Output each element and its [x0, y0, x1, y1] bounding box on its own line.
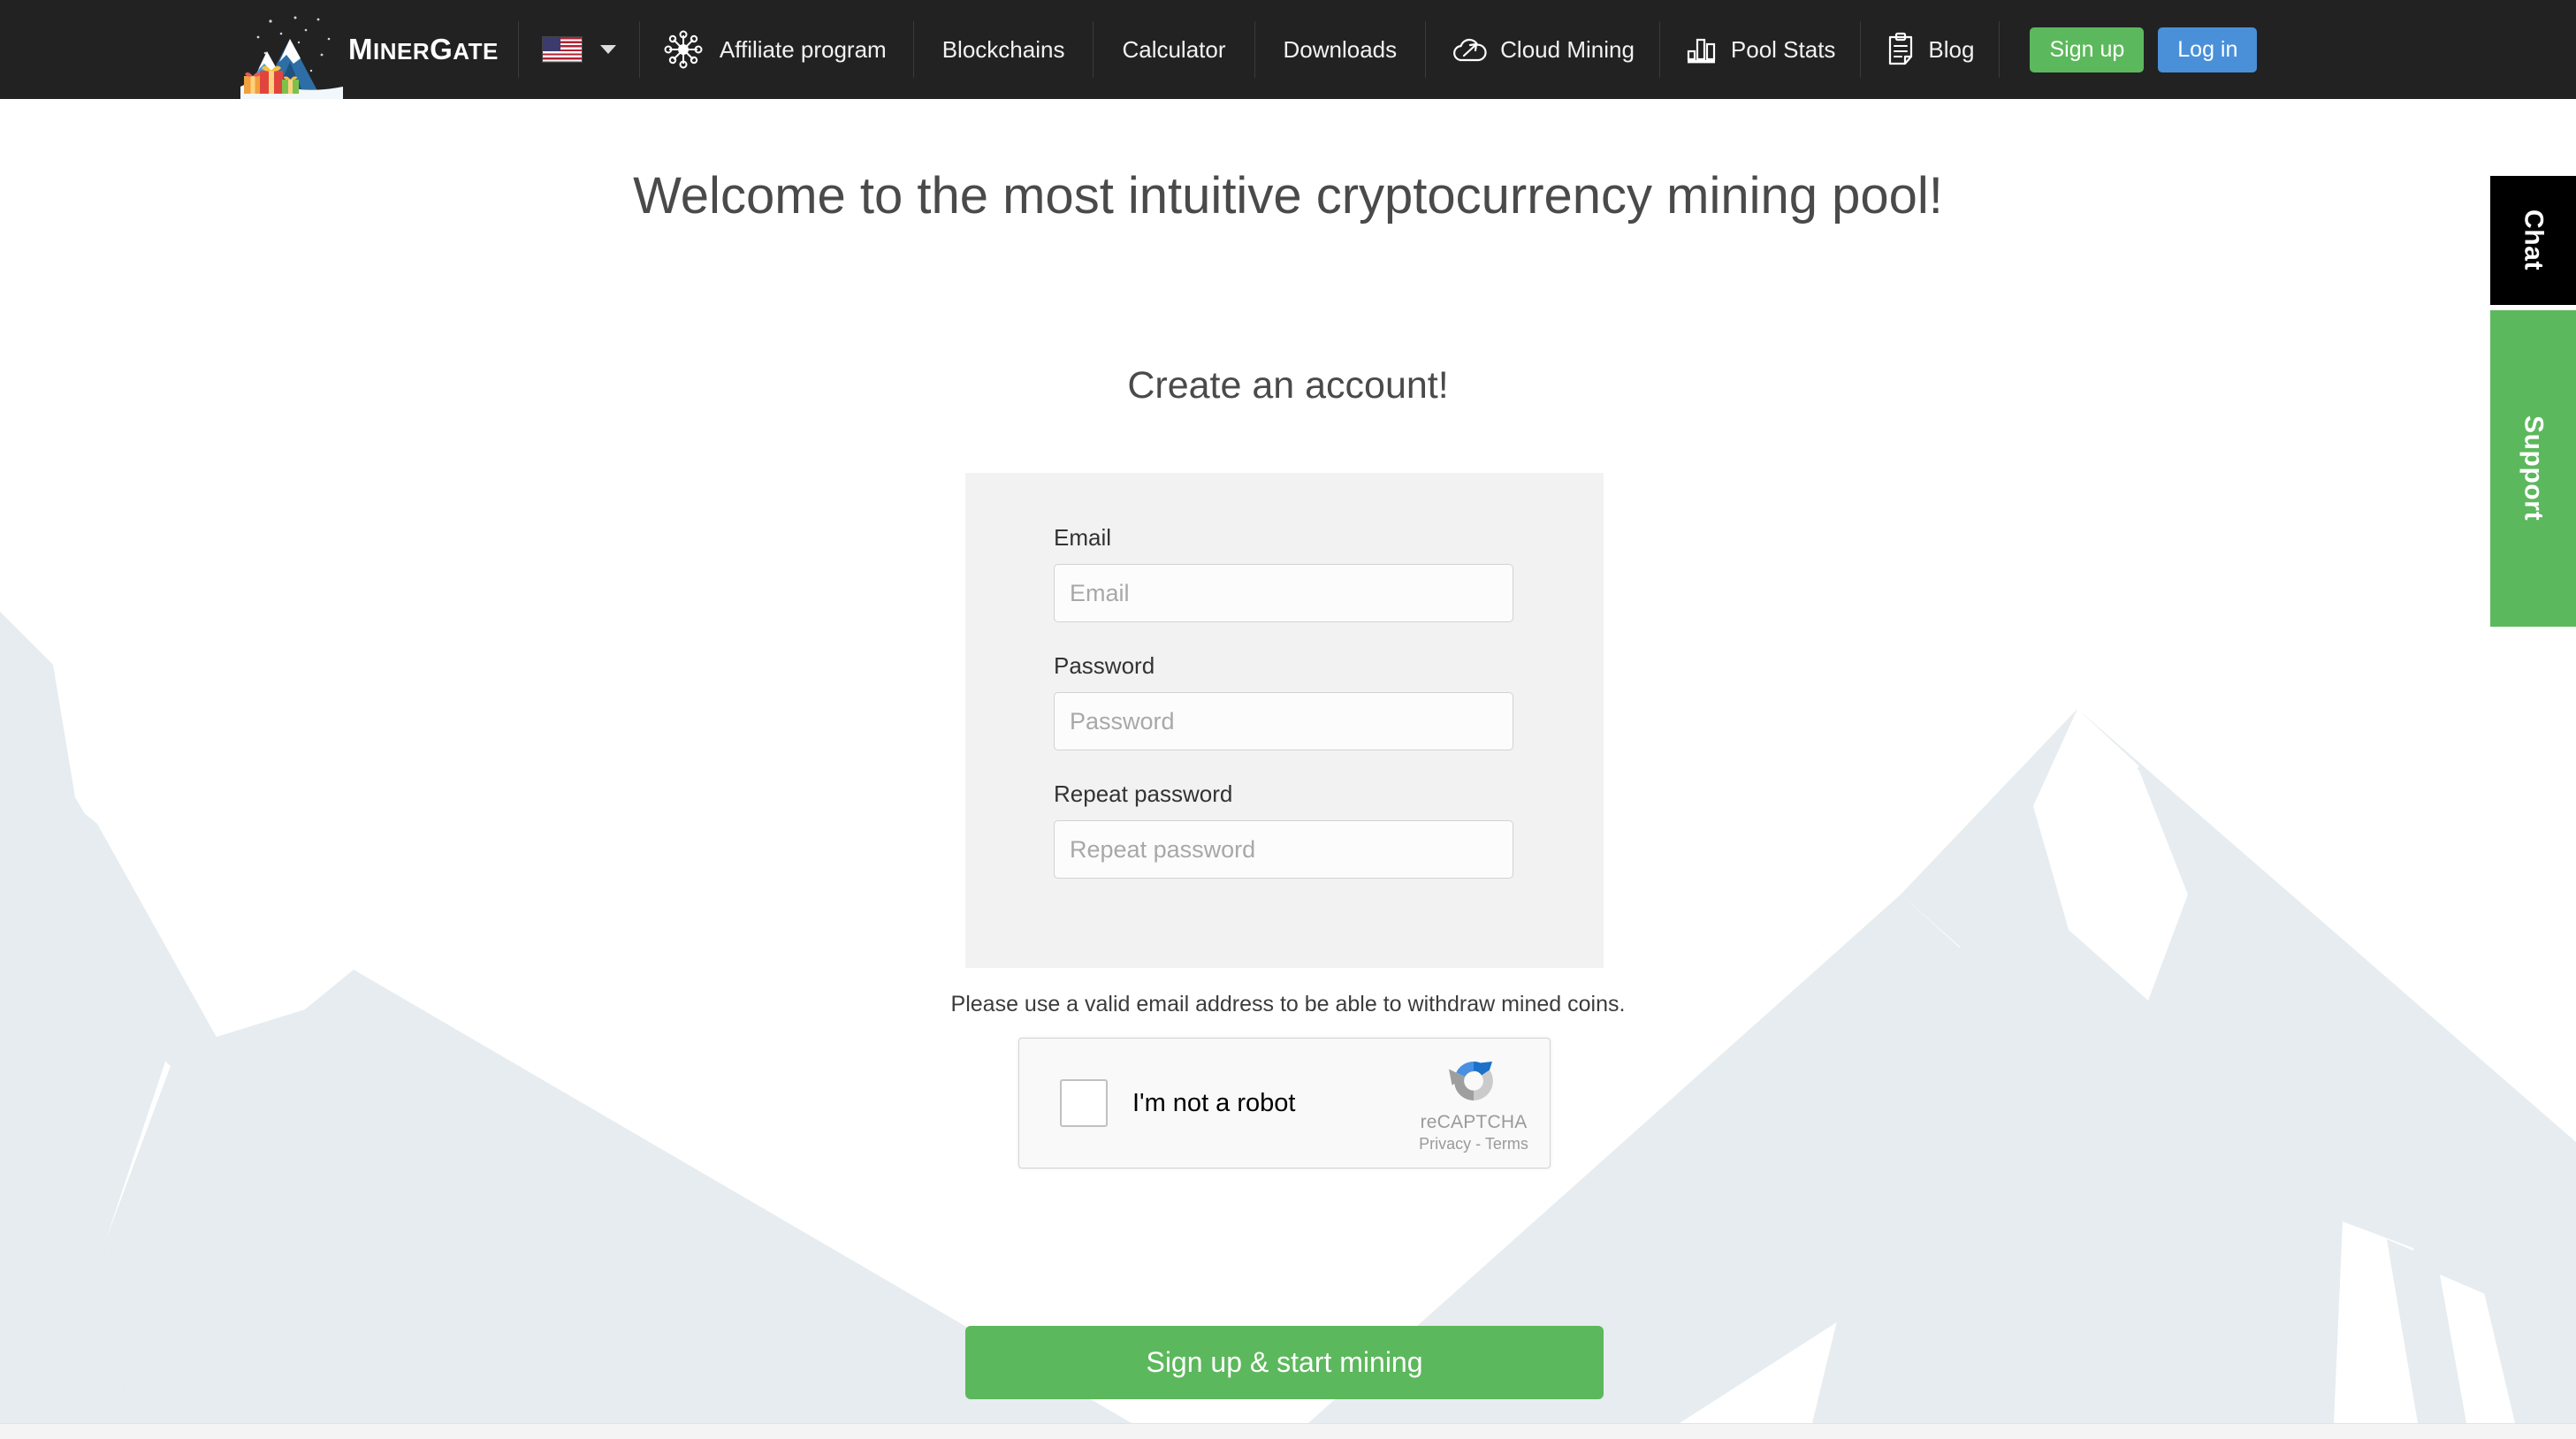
- repeat-password-label: Repeat password: [1054, 780, 1233, 807]
- repeat-password-field-group: Repeat password: [1054, 780, 1515, 879]
- nav-label-pool-stats: Pool Stats: [1730, 35, 1836, 63]
- email-label: Email: [1054, 524, 1112, 551]
- nav-label-blockchains: Blockchains: [941, 35, 1065, 63]
- recaptcha-arrows-icon: [1449, 1061, 1493, 1100]
- main-content: Welcome to the most intuitive cryptocurr…: [0, 99, 2576, 1439]
- us-flag-icon: [541, 36, 583, 63]
- minergate-mountain-logo: [240, 16, 343, 99]
- recaptcha-widget[interactable]: I'm not a robot reCAPTCHA Privacy - Term…: [1018, 1038, 1551, 1169]
- email-field-group: Email: [1054, 524, 1515, 622]
- signup-button[interactable]: Sign up: [2030, 27, 2145, 72]
- nav-label-cloud-mining: Cloud Mining: [1500, 35, 1635, 63]
- page-headline: Welcome to the most intuitive cryptocurr…: [633, 167, 1943, 225]
- login-button[interactable]: Log in: [2158, 27, 2258, 72]
- recaptcha-branding: reCAPTCHA Privacy - Terms: [1406, 1054, 1541, 1153]
- nav-auth-buttons: Sign up Log in: [2000, 27, 2285, 72]
- language-selector[interactable]: [519, 0, 639, 99]
- network-hub-icon: [664, 30, 703, 69]
- password-field-group: Password: [1054, 652, 1515, 750]
- chat-side-tab-label: Chat: [2519, 209, 2549, 271]
- bar-chart-icon: [1687, 38, 1716, 64]
- support-side-tab-label: Support: [2519, 415, 2549, 522]
- nav-item-calculator[interactable]: Calculator: [1094, 0, 1254, 99]
- email-helper-text: Please use a valid email address to be a…: [950, 992, 1626, 1016]
- nav-item-downloads[interactable]: Downloads: [1255, 0, 1426, 99]
- recaptcha-terms-links[interactable]: Privacy - Terms: [1406, 1135, 1541, 1153]
- clipboard-document-icon: [1889, 32, 1913, 65]
- chevron-down-icon: [599, 45, 616, 54]
- signup-start-mining-button[interactable]: Sign up & start mining: [965, 1326, 1604, 1399]
- email-input[interactable]: [1054, 564, 1513, 622]
- repeat-password-input[interactable]: [1054, 820, 1513, 879]
- recaptcha-brand-name: reCAPTCHA: [1420, 1111, 1528, 1132]
- signup-form-panel: Email Password Repeat password: [965, 473, 1604, 968]
- nav-label-downloads: Downloads: [1283, 35, 1398, 63]
- brand-logo-link[interactable]: MINERGATE: [240, 0, 518, 99]
- nav-item-blockchains[interactable]: Blockchains: [914, 0, 1094, 99]
- nav-item-pool-stats[interactable]: Pool Stats: [1660, 0, 1861, 99]
- cloud-pickaxe-icon: [1453, 38, 1487, 62]
- nav-label-calculator: Calculator: [1122, 35, 1226, 63]
- footer-strip: [0, 1423, 2576, 1439]
- password-input[interactable]: [1054, 692, 1513, 750]
- chat-side-tab[interactable]: Chat: [2488, 173, 2576, 308]
- brand-name: MINERGATE: [348, 33, 499, 65]
- password-label: Password: [1054, 652, 1155, 679]
- recaptcha-checkbox[interactable]: [1060, 1079, 1108, 1127]
- nav-label-affiliate-program: Affiliate program: [719, 35, 887, 63]
- nav-item-blog[interactable]: Blog: [1861, 0, 1999, 99]
- support-side-tab[interactable]: Support: [2488, 308, 2576, 629]
- top-navigation-bar: MINERGATE Affiliate program Blockchains …: [0, 0, 2576, 99]
- recaptcha-label: I'm not a robot: [1132, 1088, 1296, 1117]
- nav-label-blog: Blog: [1928, 35, 1975, 63]
- page-subheadline: Create an account!: [1127, 364, 1449, 407]
- nav-item-cloud-mining[interactable]: Cloud Mining: [1426, 0, 1659, 99]
- nav-item-affiliate-program[interactable]: Affiliate program: [640, 0, 913, 99]
